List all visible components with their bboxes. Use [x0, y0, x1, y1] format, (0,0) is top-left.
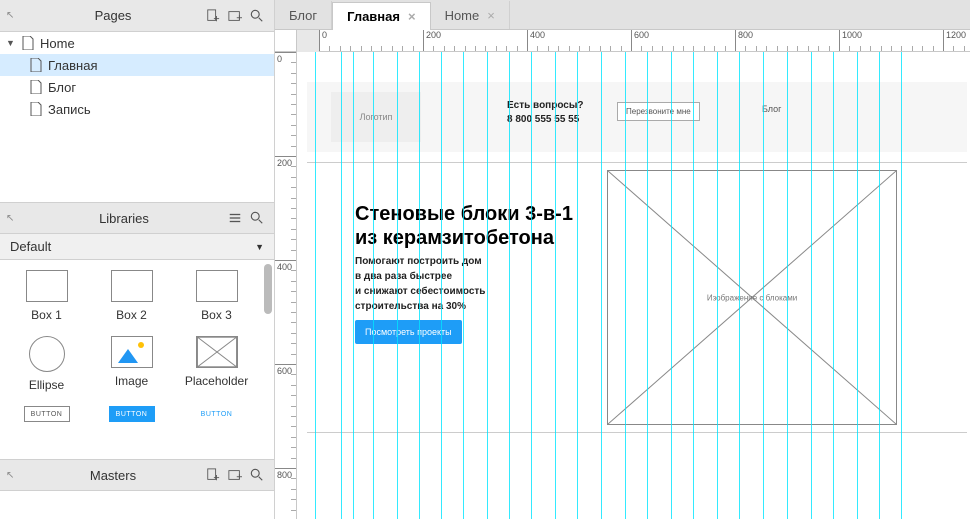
search-icon[interactable] — [246, 207, 268, 229]
collapse-icon[interactable]: ↖ — [6, 213, 24, 224]
page-icon — [28, 58, 44, 72]
widget-ellipse[interactable]: Ellipse — [4, 332, 89, 402]
pages-title: Pages — [24, 8, 202, 23]
hero-cta-button[interactable]: Посмотреть проекты — [355, 320, 462, 344]
guide-vertical[interactable] — [463, 52, 464, 519]
scrollbar-thumb[interactable] — [264, 264, 272, 314]
guide-vertical[interactable] — [577, 52, 578, 519]
widget-box2[interactable]: Box 2 — [89, 266, 174, 332]
ruler-horizontal[interactable]: 020040060080010001200 — [319, 30, 970, 52]
guide-vertical[interactable] — [763, 52, 764, 519]
widget-button-outline[interactable]: BUTTON — [4, 402, 89, 432]
widget-button-link[interactable]: BUTTON — [174, 402, 259, 432]
menu-icon[interactable] — [224, 207, 246, 229]
tab-home[interactable]: Home× — [431, 1, 510, 29]
close-icon[interactable]: × — [408, 9, 416, 24]
add-master-icon[interactable] — [202, 464, 224, 486]
tree-item[interactable]: Блог — [0, 76, 274, 98]
add-page-icon[interactable] — [202, 5, 224, 27]
tree-root[interactable]: ▼ Home — [0, 32, 274, 54]
tree-item[interactable]: Главная — [0, 54, 274, 76]
widget-placeholder[interactable]: Placeholder — [174, 332, 259, 402]
tab-blog[interactable]: Блог — [275, 1, 332, 29]
guide-vertical[interactable] — [625, 52, 626, 519]
logo-placeholder[interactable]: Логотип — [331, 92, 421, 142]
guide-vertical[interactable] — [857, 52, 858, 519]
guide-vertical[interactable] — [353, 52, 354, 519]
widget-box1[interactable]: Box 1 — [4, 266, 89, 332]
guide-vertical[interactable] — [717, 52, 718, 519]
guide-vertical[interactable] — [693, 52, 694, 519]
masters-title: Masters — [24, 468, 202, 483]
guide-vertical[interactable] — [671, 52, 672, 519]
close-icon[interactable]: × — [487, 8, 495, 23]
hero-subtext[interactable]: Помогают построить домв два раза быстрее… — [355, 254, 485, 314]
libraries-panel-header: ↖ Libraries — [0, 202, 274, 234]
guide-vertical[interactable] — [419, 52, 420, 519]
guide-vertical[interactable] — [901, 52, 902, 519]
search-icon[interactable] — [246, 5, 268, 27]
guide-vertical[interactable] — [441, 52, 442, 519]
tab-main[interactable]: Главная× — [332, 2, 430, 30]
guide-vertical[interactable] — [879, 52, 880, 519]
header-phone: 8 800 555 55 55 — [507, 114, 579, 125]
guide-vertical[interactable] — [787, 52, 788, 519]
guide-vertical[interactable] — [341, 52, 342, 519]
guide-vertical[interactable] — [397, 52, 398, 519]
guide-vertical[interactable] — [555, 52, 556, 519]
masters-panel-header: ↖ Masters — [0, 459, 274, 491]
blog-link[interactable]: Блог — [762, 104, 781, 114]
page-icon — [20, 36, 36, 50]
add-master-folder-icon[interactable] — [224, 464, 246, 486]
pages-panel-header: ↖ Pages — [0, 0, 274, 32]
guide-vertical[interactable] — [833, 52, 834, 519]
collapse-icon[interactable]: ↖ — [6, 10, 24, 21]
chevron-down-icon[interactable]: ▼ — [6, 38, 20, 48]
guide-vertical[interactable] — [531, 52, 532, 519]
callback-button[interactable]: Перезвоните мне — [617, 102, 700, 121]
library-grid: Box 1 Box 2 Box 3 Ellipse Image Placehol… — [0, 260, 274, 459]
main-area: Блог Главная× Home× 02004006008001000120… — [275, 0, 970, 519]
guide-vertical[interactable] — [647, 52, 648, 519]
guide-vertical[interactable] — [373, 52, 374, 519]
search-icon[interactable] — [246, 464, 268, 486]
separator — [307, 162, 967, 163]
widget-button-primary[interactable]: BUTTON — [89, 402, 174, 432]
guide-vertical[interactable] — [601, 52, 602, 519]
separator — [307, 432, 967, 433]
add-folder-icon[interactable] — [224, 5, 246, 27]
pages-tree: ▼ Home Главная Блог Запись — [0, 32, 274, 202]
page-icon — [28, 80, 44, 94]
guide-vertical[interactable] — [739, 52, 740, 519]
hero-image-placeholder[interactable]: Изображение с блоками — [607, 170, 897, 425]
library-dropdown[interactable]: Default ▼ — [0, 234, 274, 260]
guide-vertical[interactable] — [811, 52, 812, 519]
guide-vertical[interactable] — [315, 52, 316, 519]
left-sidebar: ↖ Pages ▼ Home Главная Блог Запись — [0, 0, 275, 519]
guide-vertical[interactable] — [487, 52, 488, 519]
guide-vertical[interactable] — [509, 52, 510, 519]
canvas[interactable]: Логотип Есть вопросы? 8 800 555 55 55 Пе… — [297, 52, 970, 519]
ruler-vertical[interactable]: 0200400600800 — [275, 52, 297, 519]
ruler-corner — [275, 30, 297, 52]
collapse-icon[interactable]: ↖ — [6, 470, 24, 481]
widget-image[interactable]: Image — [89, 332, 174, 402]
header-question: Есть вопросы? — [507, 100, 584, 111]
page-tabs: Блог Главная× Home× — [275, 0, 970, 30]
tree-item[interactable]: Запись — [0, 98, 274, 120]
chevron-down-icon: ▼ — [255, 242, 264, 252]
libraries-title: Libraries — [24, 211, 224, 226]
widget-box3[interactable]: Box 3 — [174, 266, 259, 332]
page-icon — [28, 102, 44, 116]
